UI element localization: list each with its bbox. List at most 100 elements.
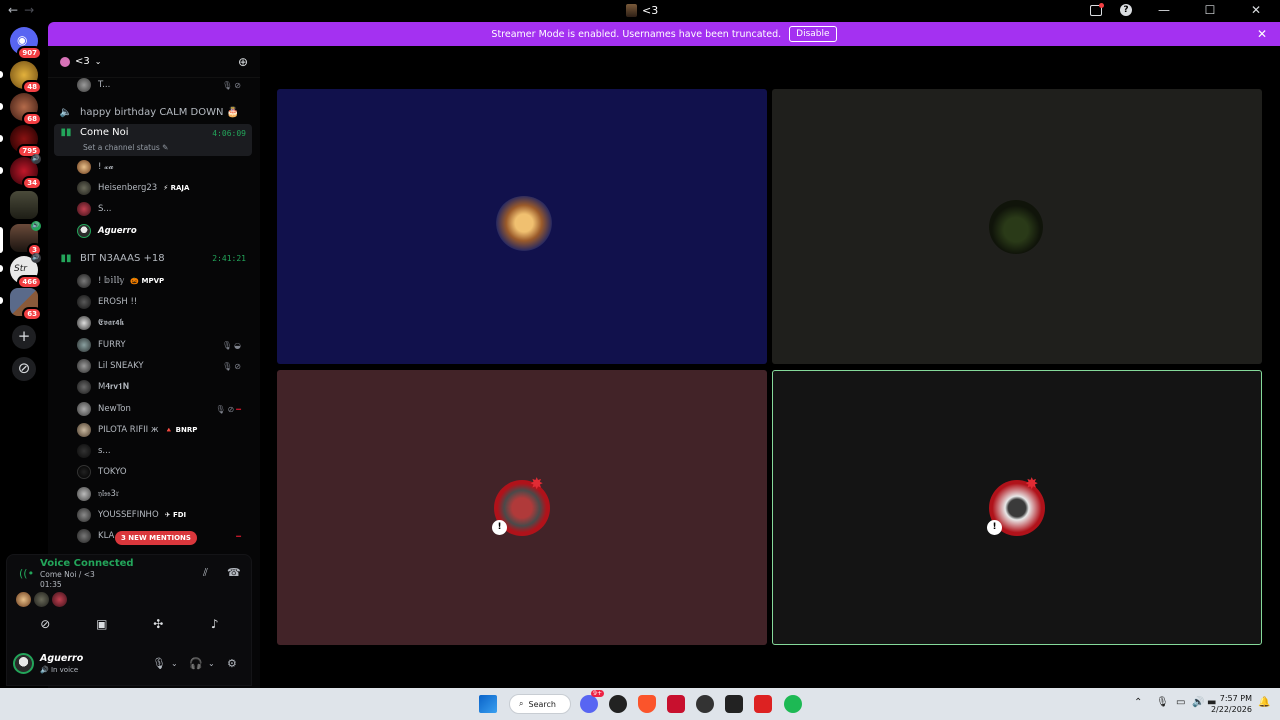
- avatar[interactable]: [16, 592, 31, 607]
- voice-user[interactable]: 𝕰𝖛𝖆𝖗𝟰𝖐: [77, 314, 247, 332]
- minimize-button[interactable]: —: [1150, 3, 1178, 17]
- server-icon[interactable]: 🔊 34: [10, 154, 42, 190]
- direct-messages-button[interactable]: ◉ 907: [10, 27, 42, 60]
- volume-icon[interactable]: 🔊: [1192, 697, 1204, 708]
- guild-header[interactable]: <3 ⌄ ⊕: [48, 46, 260, 78]
- participant-tile[interactable]: [277, 89, 767, 364]
- start-windows-icon[interactable]: [479, 695, 497, 713]
- notifications-icon[interactable]: 🔔: [1258, 697, 1270, 708]
- tray-chevron-icon[interactable]: ⌃: [1134, 697, 1142, 708]
- user-panel: Aguerro 🔊 In voice 🎙 ⌄ 🎧 ⌄ ⚙: [7, 648, 253, 684]
- server-icon[interactable]: [10, 191, 38, 219]
- unread-badge: 48: [22, 80, 42, 94]
- disable-streamer-button[interactable]: Disable: [789, 26, 837, 42]
- avatar: [77, 78, 91, 92]
- voice-user[interactable]: TOKYO: [77, 463, 247, 481]
- maximize-button[interactable]: ☐: [1196, 3, 1224, 17]
- server-icon[interactable]: Str 🔊 466: [10, 253, 42, 289]
- avatar[interactable]: [52, 592, 67, 607]
- user-name: EROSH !!: [98, 297, 138, 307]
- voice-user[interactable]: 𝔶𝔩𝔰𝔰3𝔯: [77, 485, 247, 503]
- voice-user[interactable]: NewTon 🎙⊘━: [77, 400, 247, 418]
- voice-channel-come-noi[interactable]: ▮▮ Come Noi 4:06:09 Set a channel status…: [54, 124, 252, 156]
- server-icon[interactable]: 795: [10, 125, 42, 158]
- voice-user[interactable]: FURRY 🎙◒: [77, 336, 247, 354]
- self-status: 🔊 In voice: [40, 666, 79, 674]
- help-icon[interactable]: ?: [1120, 4, 1132, 16]
- self-name[interactable]: Aguerro: [40, 653, 83, 664]
- chevron-down-icon[interactable]: ⌄: [171, 659, 178, 668]
- self-avatar[interactable]: [13, 653, 34, 674]
- server-icon[interactable]: 48: [10, 61, 42, 94]
- voice-user[interactable]: Lil SNEAKY 🎙⊘: [77, 357, 247, 375]
- screen-share-icon[interactable]: ▣: [82, 617, 122, 633]
- participant-tile[interactable]: ✸ !: [277, 370, 767, 645]
- discord-taskbar-icon[interactable]: 9+: [580, 690, 604, 713]
- voice-user[interactable]: M𝟒𝐫𝐯𝟏𝐍: [77, 378, 247, 396]
- voice-channel-bit[interactable]: ▮▮ BIT N3AAAS +18 2:41:21: [54, 249, 252, 267]
- muted-deafened-icons: 🎙⊘━: [215, 404, 243, 414]
- voice-channel-birthday[interactable]: 🔈 happy birthday CALM DOWN 🎂: [54, 103, 252, 121]
- network-icon[interactable]: ▭: [1176, 697, 1185, 708]
- unread-pill: [0, 103, 3, 110]
- settings-gear-icon[interactable]: ⚙: [227, 657, 237, 670]
- unread-pill: [0, 297, 3, 304]
- new-mentions-button[interactable]: 3 NEW MENTIONS: [115, 531, 197, 545]
- voice-connected-label[interactable]: Voice Connected: [40, 558, 134, 569]
- disconnect-icon[interactable]: ☎: [227, 566, 241, 579]
- chevron-down-icon[interactable]: ⌄: [208, 659, 215, 668]
- app-taskbar-icon[interactable]: [609, 695, 627, 713]
- app-taskbar-icon[interactable]: [667, 695, 685, 713]
- invite-member-icon[interactable]: ⊕: [238, 55, 248, 69]
- user-name: Heisenberg23: [98, 183, 158, 193]
- spotify-icon[interactable]: [784, 695, 802, 713]
- inbox-icon[interactable]: [1090, 2, 1104, 16]
- participant-tile[interactable]: [772, 89, 1262, 364]
- add-server-button[interactable]: +: [12, 325, 36, 349]
- set-channel-status[interactable]: Set a channel status ✎: [83, 143, 168, 152]
- brave-browser-icon[interactable]: [638, 695, 656, 713]
- avatar: [77, 316, 91, 330]
- app-taskbar-icon[interactable]: [754, 695, 772, 713]
- banner-close-icon[interactable]: ✕: [1257, 27, 1267, 41]
- voice-channel-path[interactable]: Come Noi / <3: [40, 570, 95, 579]
- app-taskbar-icon[interactable]: [696, 695, 714, 713]
- camera-off-icon[interactable]: ⊘: [25, 617, 65, 633]
- taskbar-search[interactable]: ⌕ Search: [509, 694, 571, 714]
- voice-user[interactable]: ! 𝕓𝕚𝕝𝕝𝕪 🎃 MPVP: [77, 272, 247, 290]
- server-icon[interactable]: 68: [10, 93, 42, 126]
- participant-tile-speaking[interactable]: ✸ !: [772, 370, 1262, 645]
- soundboard-icon[interactable]: ♪: [195, 617, 235, 633]
- microphone-icon[interactable]: 🎙: [152, 657, 166, 670]
- voice-user-self[interactable]: Aguerro: [77, 222, 247, 240]
- voice-user[interactable]: S...: [77, 200, 247, 218]
- close-window-button[interactable]: ✕: [1242, 3, 1270, 17]
- voice-user[interactable]: Heisenberg23 ⚡ RAJA: [77, 179, 247, 197]
- headphones-icon[interactable]: 🎧: [189, 657, 203, 670]
- server-folder-icon[interactable]: 63: [10, 288, 42, 321]
- server-icon-selected[interactable]: 🔊 3: [10, 221, 42, 257]
- avatar: [77, 380, 91, 394]
- taskbar-clock[interactable]: 7:57 PM 2/22/2026: [1211, 693, 1252, 715]
- voice-user[interactable]: PILOTA RIFII ж 🔺 BNRP: [77, 421, 247, 439]
- noise-suppression-icon[interactable]: ⫽: [203, 566, 208, 580]
- voice-user[interactable]: YOUSSEFINHO ✈ FDI: [77, 506, 247, 524]
- app-taskbar-icon[interactable]: [725, 695, 743, 713]
- voice-user[interactable]: s...: [77, 442, 247, 460]
- voice-user[interactable]: EROSH !!: [77, 293, 247, 311]
- compass-icon: ⊘: [17, 359, 31, 377]
- avatar: [77, 359, 91, 373]
- selected-pill: [0, 227, 3, 253]
- explore-servers-button[interactable]: ⊘: [12, 357, 36, 381]
- voice-user[interactable]: ! 𝔁𝓪: [77, 158, 247, 176]
- signal-icon[interactable]: ((•: [19, 567, 34, 580]
- unread-pill: [0, 135, 3, 142]
- streamer-mode-banner: Streamer Mode is enabled. Usernames have…: [48, 22, 1280, 46]
- avatar: [77, 202, 91, 216]
- activities-icon[interactable]: ✣: [138, 617, 178, 633]
- back-arrow-icon[interactable]: ←: [8, 3, 24, 17]
- forward-arrow-icon[interactable]: →: [24, 3, 40, 17]
- voice-user[interactable]: T... 🎙⊘: [77, 76, 247, 94]
- tray-mic-icon[interactable]: 🎙: [1156, 697, 1169, 708]
- avatar[interactable]: [34, 592, 49, 607]
